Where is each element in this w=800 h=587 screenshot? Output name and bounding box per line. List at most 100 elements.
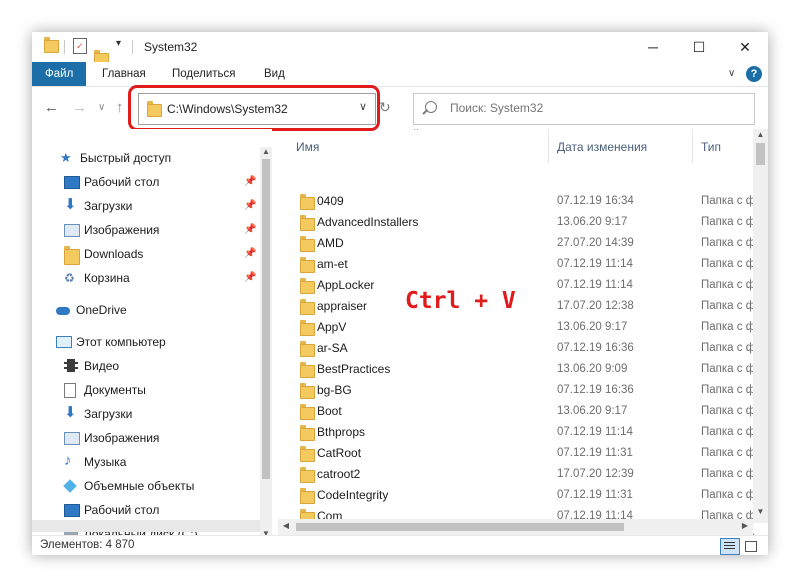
- table-row[interactable]: ar-SA 07.12.19 16:36 Папка с ф: [278, 338, 755, 359]
- file-name: bg-BG: [317, 383, 352, 397]
- folder-icon: [300, 425, 315, 441]
- pin-icon[interactable]: 📌: [244, 172, 256, 192]
- file-date: 07.12.19 11:14: [557, 279, 633, 291]
- address-path[interactable]: C:\Windows\System32: [167, 102, 288, 116]
- divider: [64, 40, 65, 54]
- documents-icon: [64, 383, 76, 398]
- table-row[interactable]: catroot2 17.07.20 12:39 Папка с ф: [278, 464, 755, 485]
- file-date: 13.06.20 9:17: [557, 216, 628, 228]
- table-row[interactable]: am-et 07.12.19 11:14 Папка с ф: [278, 254, 755, 275]
- pin-icon[interactable]: 📌: [244, 196, 256, 216]
- file-type: Папка с ф: [701, 468, 756, 480]
- sort-ascending-icon: ^: [414, 129, 419, 135]
- scroll-up-icon[interactable]: ▲: [753, 130, 768, 139]
- table-row[interactable]: 0409 07.12.19 16:34 Папка с ф: [278, 191, 755, 212]
- tab-file[interactable]: Файл: [32, 62, 87, 86]
- table-row[interactable]: Boot 13.06.20 9:17 Папка с ф: [278, 401, 755, 422]
- file-name: 0409: [317, 194, 344, 208]
- folder-icon: [147, 101, 162, 117]
- scrollbar-thumb[interactable]: [756, 143, 765, 165]
- file-type: Папка с ф: [701, 216, 756, 228]
- tab-share[interactable]: Поделиться: [160, 62, 248, 86]
- shortcut-annotation: Ctrl + V: [405, 288, 516, 314]
- file-date: 07.12.19 11:14: [557, 258, 633, 270]
- scroll-right-icon[interactable]: ▶: [739, 521, 751, 530]
- explorer-window: ✓ ▾ System32 ─ ☐ ✕ Файл Главная Поделить…: [32, 32, 768, 555]
- chevron-down-icon[interactable]: ∨: [359, 100, 367, 113]
- table-row[interactable]: Bthprops 07.12.19 11:14 Папка с ф: [278, 422, 755, 443]
- file-type: Папка с ф: [701, 195, 756, 207]
- close-button[interactable]: ✕: [722, 32, 768, 62]
- table-row[interactable]: bg-BG 07.12.19 16:36 Папка с ф: [278, 380, 755, 401]
- scroll-down-icon[interactable]: ▼: [753, 507, 768, 516]
- table-row[interactable]: CodeIntegrity 07.12.19 11:31 Папка с ф: [278, 485, 755, 506]
- file-type: Папка с ф: [701, 279, 756, 291]
- back-arrow-icon[interactable]: ←: [44, 99, 59, 116]
- tab-view[interactable]: Вид: [252, 62, 297, 86]
- file-date: 13.06.20 9:17: [557, 405, 628, 417]
- pin-icon[interactable]: 📌: [244, 268, 256, 288]
- table-row[interactable]: AppV 13.06.20 9:17 Папка с ф: [278, 317, 755, 338]
- address-bar[interactable]: C:\Windows\System32 ∨: [138, 93, 376, 125]
- column-divider[interactable]: [548, 129, 549, 163]
- scroll-left-icon[interactable]: ◀: [280, 521, 292, 530]
- sidebar-scrollbar[interactable]: ▲ ▼: [260, 147, 272, 542]
- file-type: Папка с ф: [701, 489, 756, 501]
- minimize-button[interactable]: ─: [630, 32, 676, 62]
- folder-icon: [300, 194, 315, 210]
- properties-icon[interactable]: ✓: [73, 38, 87, 54]
- table-row[interactable]: AMD 27.07.20 14:39 Папка с ф: [278, 233, 755, 254]
- pin-icon[interactable]: 📌: [244, 220, 256, 240]
- divider: [132, 40, 133, 54]
- column-header-date[interactable]: Дата изменения: [557, 135, 647, 159]
- video-icon: [64, 359, 78, 372]
- search-input[interactable]: [448, 100, 732, 116]
- scrollbar-thumb[interactable]: [262, 159, 270, 479]
- forward-arrow-icon[interactable]: →: [72, 99, 87, 116]
- table-row[interactable]: BestPractices 13.06.20 9:09 Папка с ф: [278, 359, 755, 380]
- file-date: 27.07.20 14:39: [557, 237, 634, 249]
- scrollbar-thumb[interactable]: [296, 523, 624, 531]
- file-date: 07.12.19 16:36: [557, 384, 634, 396]
- tab-home[interactable]: Главная: [90, 62, 158, 86]
- file-name: catroot2: [317, 467, 361, 481]
- customize-toolbar-icon[interactable]: ▾: [116, 38, 121, 49]
- table-row[interactable]: AdvancedInstallers 13.06.20 9:17 Папка с ф: [278, 212, 755, 233]
- help-icon[interactable]: ?: [746, 66, 762, 82]
- file-name: AppV: [317, 320, 347, 334]
- column-divider[interactable]: [692, 129, 693, 163]
- folder-icon: [300, 341, 315, 357]
- file-list-scrollbar[interactable]: ▲ ▼: [753, 129, 768, 523]
- file-date: 07.12.19 11:31: [557, 489, 633, 501]
- download-icon: ⬇: [64, 196, 77, 213]
- large-icons-view-icon[interactable]: [742, 538, 760, 553]
- pictures-icon: [64, 224, 80, 237]
- pin-icon[interactable]: 📌: [244, 244, 256, 264]
- search-box[interactable]: [413, 93, 755, 125]
- folder-icon: [300, 215, 315, 231]
- folder-icon: [300, 488, 315, 504]
- up-arrow-icon[interactable]: ↑: [116, 99, 124, 116]
- maximize-button[interactable]: ☐: [676, 32, 722, 62]
- details-view-icon[interactable]: [720, 538, 740, 555]
- star-icon: ★: [60, 150, 72, 165]
- refresh-icon[interactable]: ↻: [379, 99, 391, 116]
- expand-ribbon-icon[interactable]: ∨: [728, 68, 735, 79]
- navigation-bar: ← → ∨ ↑ C:\Windows\System32 ∨ ↻: [32, 85, 768, 131]
- file-name: CodeIntegrity: [317, 488, 389, 502]
- column-header-name[interactable]: Имя: [296, 135, 319, 159]
- file-list-horizontal-scrollbar[interactable]: ◀ ▶: [278, 519, 753, 535]
- file-type: Папка с ф: [701, 426, 756, 438]
- sidebar-horizontal-scrollbar[interactable]: [32, 520, 260, 532]
- column-header-type[interactable]: Тип: [701, 135, 721, 159]
- file-date: 07.12.19 11:14: [557, 426, 633, 438]
- folder-icon: [300, 278, 315, 294]
- title-bar: ✓ ▾ System32 ─ ☐ ✕: [32, 32, 768, 66]
- file-type: Папка с ф: [701, 447, 756, 459]
- recent-locations-icon[interactable]: ∨: [98, 102, 105, 113]
- 3d-objects-icon: [63, 479, 77, 493]
- cloud-icon: [56, 307, 70, 315]
- table-row[interactable]: CatRoot 07.12.19 11:31 Папка с ф: [278, 443, 755, 464]
- music-icon: ♪: [64, 452, 72, 469]
- scroll-up-icon[interactable]: ▲: [260, 147, 272, 156]
